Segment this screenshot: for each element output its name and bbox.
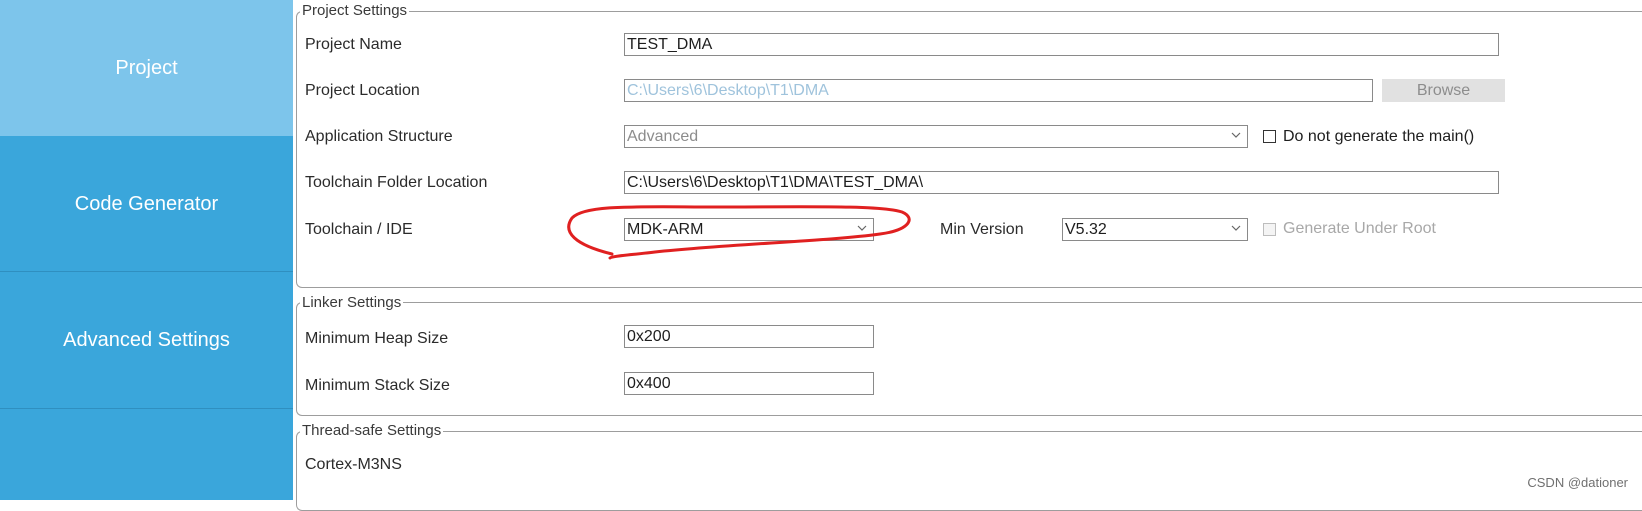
chevron-down-icon bbox=[857, 225, 867, 231]
do-not-generate-main-checkbox[interactable] bbox=[1263, 130, 1276, 143]
watermark: CSDN @dationer bbox=[1527, 475, 1628, 490]
sidebar-divider bbox=[0, 408, 293, 409]
thread-safe-settings-legend: Thread-safe Settings bbox=[300, 422, 444, 439]
chevron-down-icon bbox=[1231, 225, 1241, 231]
do-not-generate-main-label: Do not generate the main() bbox=[1283, 128, 1475, 145]
toolchain-folder-input[interactable]: C:\Users\6\Desktop\T1\DMA\TEST_DMA\ bbox=[624, 171, 1499, 194]
project-name-label: Project Name bbox=[305, 36, 402, 53]
minimum-heap-size-label: Minimum Heap Size bbox=[305, 330, 449, 347]
sidebar-item-label: Project bbox=[115, 56, 178, 79]
chevron-down-icon bbox=[1231, 132, 1241, 138]
toolchain-ide-select[interactable]: MDK-ARM bbox=[624, 218, 874, 241]
min-version-label: Min Version bbox=[940, 221, 1024, 238]
minimum-heap-size-input[interactable]: 0x200 bbox=[624, 325, 874, 348]
toolchain-folder-label: Toolchain Folder Location bbox=[305, 174, 488, 191]
project-settings-legend: Project Settings bbox=[300, 2, 410, 19]
toolchain-ide-value: MDK-ARM bbox=[627, 221, 704, 238]
min-version-value: V5.32 bbox=[1065, 221, 1107, 238]
sidebar: Project Code Generator Advanced Settings bbox=[0, 0, 293, 500]
thread-safe-settings-group bbox=[296, 431, 1642, 511]
project-location-label: Project Location bbox=[305, 82, 420, 99]
sidebar-item-label: Code Generator bbox=[74, 192, 219, 215]
sidebar-item-code-generator[interactable]: Code Generator bbox=[0, 137, 293, 271]
browse-button[interactable]: Browse bbox=[1382, 79, 1505, 102]
linker-settings-legend: Linker Settings bbox=[300, 294, 404, 311]
thread-safe-core-label: Cortex-M3NS bbox=[305, 456, 402, 473]
generate-under-root-label: Generate Under Root bbox=[1283, 220, 1436, 237]
min-version-select[interactable]: V5.32 bbox=[1062, 218, 1248, 241]
generate-under-root-checkbox[interactable] bbox=[1263, 223, 1276, 236]
toolchain-ide-label: Toolchain / IDE bbox=[305, 221, 413, 238]
application-structure-select[interactable]: Advanced bbox=[624, 125, 1248, 148]
sidebar-item-advanced-settings[interactable]: Advanced Settings bbox=[0, 272, 293, 408]
project-name-input[interactable]: TEST_DMA bbox=[624, 33, 1499, 56]
sidebar-item-project[interactable]: Project bbox=[0, 0, 293, 136]
browse-button-label: Browse bbox=[1416, 81, 1471, 99]
application-structure-value: Advanced bbox=[627, 128, 699, 145]
linker-settings-group bbox=[296, 302, 1642, 416]
minimum-stack-size-input[interactable]: 0x400 bbox=[624, 372, 874, 395]
application-structure-label: Application Structure bbox=[305, 128, 453, 145]
sidebar-item-label: Advanced Settings bbox=[63, 328, 230, 351]
project-location-input[interactable]: C:\Users\6\Desktop\T1\DMA bbox=[624, 79, 1373, 102]
minimum-stack-size-label: Minimum Stack Size bbox=[305, 377, 450, 394]
